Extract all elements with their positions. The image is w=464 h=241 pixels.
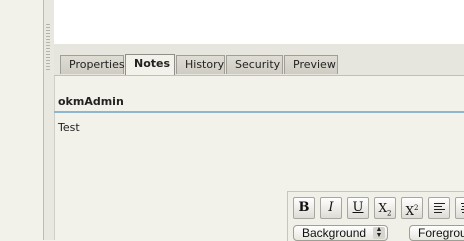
background-color-select[interactable]: Background ▲ ▼ [293, 225, 388, 241]
bold-button[interactable]: B [293, 197, 315, 219]
tab-bar: Properties Notes History Security Previe… [54, 44, 464, 76]
italic-button[interactable]: I [320, 197, 342, 219]
tab-history[interactable]: History [176, 55, 225, 74]
left-panel [0, 0, 44, 240]
tab-properties[interactable]: Properties [60, 55, 125, 74]
align-center-button[interactable] [455, 197, 464, 219]
foreground-select-label: Foregrou [418, 226, 464, 240]
select-arrows-icon: ▲ ▼ [373, 226, 385, 239]
note-divider [54, 111, 464, 113]
align-left-icon [434, 203, 445, 213]
subscript-mark: 2 [387, 209, 392, 218]
subscript-button[interactable]: X2 [374, 197, 396, 219]
foreground-color-select[interactable]: Foregrou [409, 225, 464, 241]
note-text: Test [58, 121, 80, 134]
align-left-button[interactable] [428, 197, 450, 219]
underline-button[interactable]: U [347, 197, 369, 219]
tab-notes[interactable]: Notes [125, 54, 175, 75]
superscript-button[interactable]: X2 [401, 197, 423, 219]
superscript-mark: 2 [414, 204, 419, 212]
tab-preview[interactable]: Preview [284, 55, 338, 74]
subscript-base: X [378, 201, 388, 215]
tab-security[interactable]: Security [226, 55, 283, 74]
background-select-label: Background [302, 226, 367, 240]
superscript-base: X [405, 204, 415, 218]
document-list-pane [54, 0, 464, 45]
note-author: okmAdmin [58, 95, 124, 108]
rich-text-toolbar: B I U X2 X2 Background ▲ ▼ Foregrou [287, 191, 464, 241]
splitter-grip-icon[interactable] [46, 24, 50, 70]
